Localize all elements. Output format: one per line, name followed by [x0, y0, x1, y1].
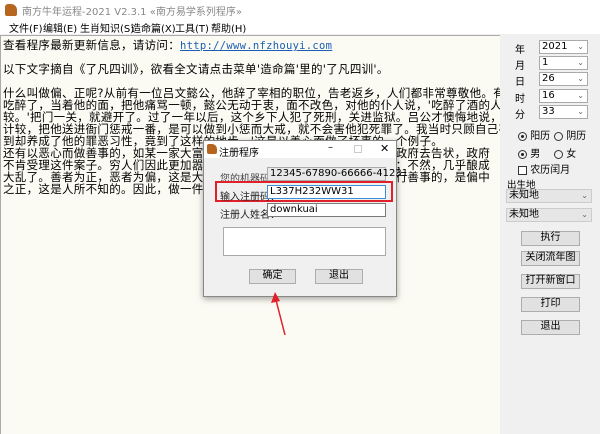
arrow-shaft [275, 299, 286, 336]
arrow-head-icon [271, 292, 280, 303]
annotation-arrow [271, 292, 286, 336]
